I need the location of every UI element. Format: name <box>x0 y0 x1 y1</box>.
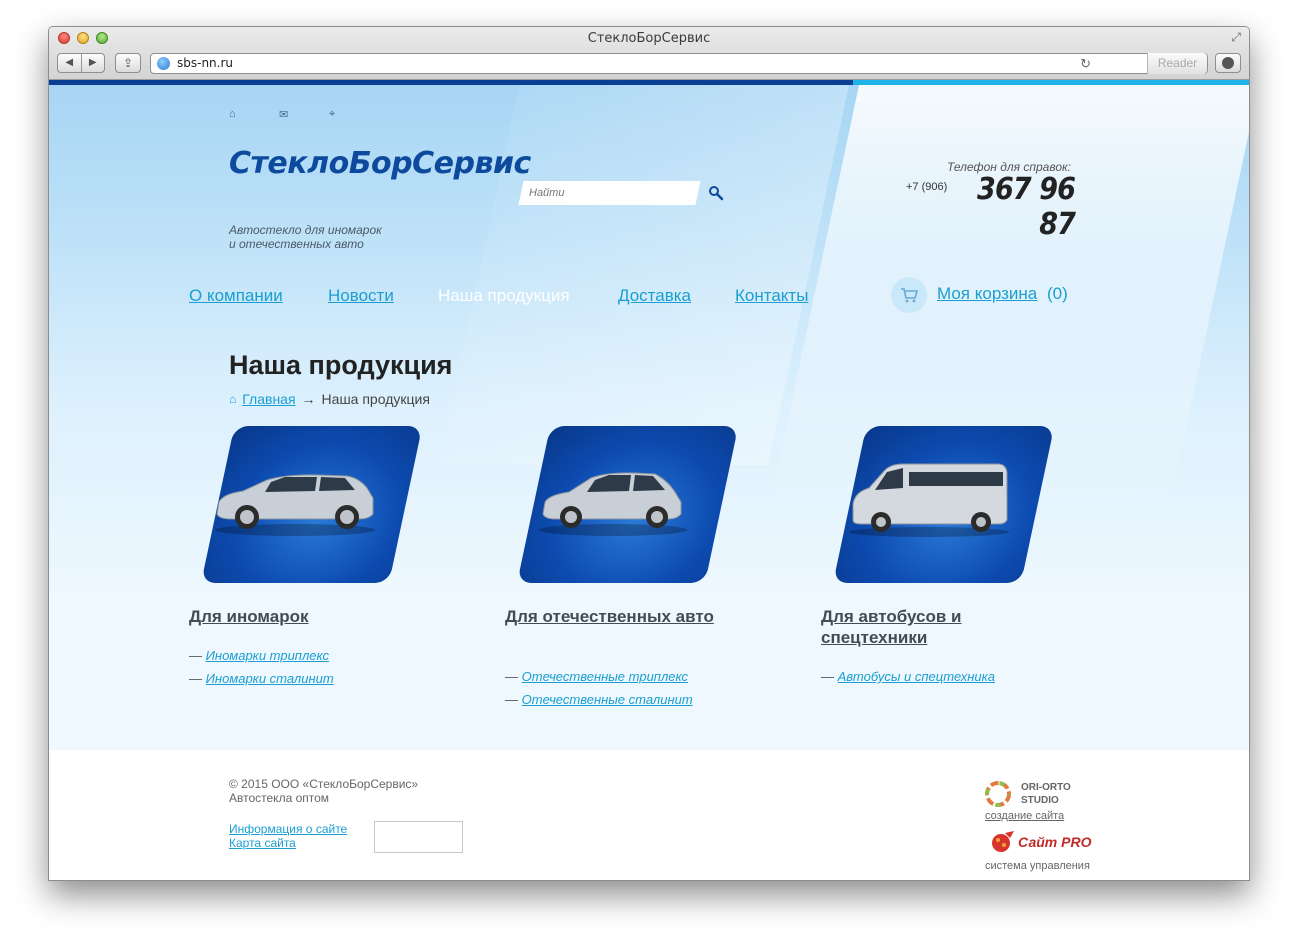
globe-icon <box>157 57 170 70</box>
list-item: — Отечественные сталинит <box>505 688 735 711</box>
phone-number: 367 96 87 <box>977 172 1076 242</box>
product-link[interactable]: Иномарки сталинит <box>206 671 334 686</box>
page-title: Наша продукция <box>229 350 453 380</box>
product-link[interactable]: Иномарки триплекс <box>206 648 329 663</box>
suv-car-image[interactable] <box>209 462 381 542</box>
cms-logo[interactable]: Сайт PRO <box>989 830 1091 854</box>
dash: — <box>505 692 518 707</box>
search-input[interactable] <box>529 183 689 203</box>
breadcrumb-arrow: → <box>301 391 316 407</box>
reload-icon[interactable]: ↻ <box>1080 56 1091 72</box>
download-icon <box>1222 57 1234 69</box>
cms-name: Сайт PRO <box>1018 834 1092 850</box>
reader-button[interactable]: Reader <box>1147 53 1207 74</box>
tagline-line-2: и отечественных авто <box>229 237 364 251</box>
dash: — <box>505 669 518 684</box>
nav-item-delivery[interactable]: Доставка <box>618 279 691 313</box>
address-bar[interactable]: sbs-nn.ru ↻ Reader <box>150 53 1208 74</box>
cart-count: (0) <box>1047 284 1068 303</box>
studio-name-line-2: STUDIO <box>1021 795 1059 806</box>
history-buttons: ◀ ▶ <box>57 53 105 73</box>
breadcrumb: ⌂ Главная → Наша продукция <box>229 391 430 407</box>
search-box <box>518 181 701 205</box>
cms-logo-icon <box>992 831 1014 852</box>
share-button[interactable]: ⇪ <box>115 53 141 73</box>
downloads-button[interactable] <box>1215 53 1241 73</box>
header-light-beam <box>438 85 849 465</box>
studio-caption-link[interactable]: создание сайта <box>985 810 1064 822</box>
site-footer: © 2015 ООО «СтеклоБорСервис» Автостекла … <box>49 750 1249 880</box>
fullscreen-icon[interactable]: ⤢ <box>1231 30 1241 45</box>
counter-widget <box>374 821 463 853</box>
browser-window: СтеклоБорСервис ⤢ ◀ ▶ ⇪ sbs-nn.ru ↻ Read… <box>48 26 1250 881</box>
studio-name-line-1: ORI-ORTO <box>1021 782 1071 793</box>
mail-icon[interactable]: ✉ <box>279 108 291 121</box>
footer-link-sitemap[interactable]: Карта сайта <box>229 836 347 850</box>
search-icon[interactable] <box>708 185 724 201</box>
nav-item-products[interactable]: Наша продукция <box>438 279 570 313</box>
hatchback-car-image[interactable] <box>525 462 697 542</box>
breadcrumb-home-icon[interactable]: ⌂ <box>229 392 236 406</box>
product-title[interactable]: Для отечественных авто <box>505 606 725 627</box>
cart-link[interactable]: Моя корзина <box>937 284 1037 304</box>
dash: — <box>189 671 202 686</box>
nav-item-news[interactable]: Новости <box>328 279 394 313</box>
copyright-text: © 2015 ООО «СтеклоБорСервис» <box>229 777 419 791</box>
product-link[interactable]: Автобусы и спецтехника <box>838 669 995 684</box>
list-item: — Автобусы и спецтехника <box>821 665 1051 688</box>
product-link[interactable]: Отечественные триплекс <box>522 669 688 684</box>
list-item: — Иномарки сталинит <box>189 667 419 690</box>
breadcrumb-home-link[interactable]: Главная <box>242 391 295 407</box>
product-title[interactable]: Для иномарок <box>189 606 409 627</box>
list-item: — Иномарки триплекс <box>189 644 419 667</box>
url-text[interactable]: sbs-nn.ru <box>177 56 233 70</box>
site-tagline: Автостекло для иномарок и отечественных … <box>229 223 429 251</box>
browser-titlebar: СтеклоБорСервис ⤢ ◀ ▶ ⇪ sbs-nn.ru ↻ Read… <box>49 27 1249 80</box>
studio-logo-icon[interactable] <box>984 780 1012 808</box>
product-links: — Иномарки триплекс — Иномарки сталинит <box>189 644 419 690</box>
nav-item-about[interactable]: О компании <box>189 279 283 313</box>
minibus-image[interactable] <box>841 462 1013 542</box>
footer-copyright: © 2015 ООО «СтеклоБорСервис» Автостекла … <box>229 777 418 805</box>
footer-links: Информация о сайте Карта сайта <box>229 822 347 850</box>
tagline-line-1: Автостекло для иномарок <box>229 223 382 237</box>
home-icon[interactable]: ⌂ <box>229 108 241 121</box>
list-item: — Отечественные триплекс <box>505 665 735 688</box>
product-links: — Отечественные триплекс — Отечественные… <box>505 665 735 711</box>
footer-link-about-site[interactable]: Информация о сайте <box>229 822 347 836</box>
studio-name[interactable]: ORI-ORTO STUDIO <box>1021 781 1071 807</box>
dash: — <box>821 669 834 684</box>
cart-badge[interactable] <box>891 277 927 313</box>
footer-subtitle: Автостекла оптом <box>229 791 330 805</box>
cart-icon <box>901 288 918 303</box>
site-logo[interactable]: СтеклоБорСервис <box>229 146 531 181</box>
forward-button[interactable]: ▶ <box>82 54 105 72</box>
phone-prefix: +7 (906) <box>906 181 948 193</box>
product-links: — Автобусы и спецтехника <box>821 665 1051 688</box>
product-title[interactable]: Для автобусов и спецтехники <box>821 606 1041 648</box>
window-title: СтеклоБорСервис <box>587 31 711 46</box>
back-button[interactable]: ◀ <box>58 54 82 72</box>
dash: — <box>189 648 202 663</box>
product-link[interactable]: Отечественные сталинит <box>522 692 693 707</box>
sitemap-icon[interactable]: ⌖ <box>329 108 341 121</box>
breadcrumb-current: Наша продукция <box>321 391 430 407</box>
nav-item-contacts[interactable]: Контакты <box>735 279 808 313</box>
web-page: ⌂ ✉ ⌖ СтеклоБорСервис Автостекло для ино… <box>49 80 1249 880</box>
cms-caption: система управления <box>985 860 1090 872</box>
top-utility-icons: ⌂ ✉ ⌖ <box>229 108 341 121</box>
